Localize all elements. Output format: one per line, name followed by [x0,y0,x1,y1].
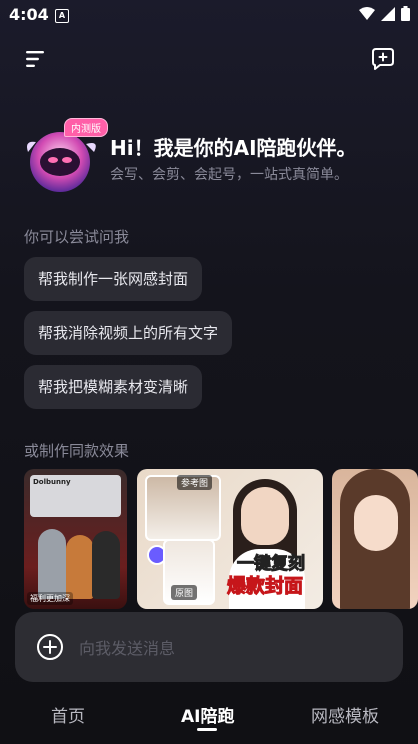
portrait-face [354,495,398,551]
tab-home[interactable]: 首页 [51,702,85,727]
card-headline-accent: 爆款封面 [226,575,304,598]
status-time: 4:04 [9,5,49,24]
template-card[interactable]: Dolbunny 福利更加深 [24,469,127,609]
status-icons [359,6,410,21]
message-input[interactable] [77,634,381,662]
tab-templates[interactable]: 网感模板 [311,702,379,727]
suggestion-chip[interactable]: 帮我把模糊素材变清晰 [24,365,203,409]
status-bar: 4:04 A [0,0,418,30]
template-card[interactable]: 参考图 原图 一键复刻 爆款封面 [137,469,323,609]
menu-icon[interactable] [24,47,48,71]
templates-label: 或制作同款效果 [24,442,130,460]
portrait-face [241,487,289,545]
a-letter-icon: A [55,9,69,23]
card-banner-image: Dolbunny [30,475,121,517]
hero-subtitle: 会写、会剪、会起号，一站式真简单。 [110,167,348,183]
suggestion-chip[interactable]: 帮我消除视频上的所有文字 [24,311,233,355]
tab-ai-companion[interactable]: AI陪跑 [181,702,234,727]
rabbit-figure [38,529,66,599]
card-banner-logo: Dolbunny [33,478,71,486]
hero-title: Hi！我是你的AI陪跑伙伴。 [110,136,357,160]
person-figure [92,531,120,599]
signal-icon [381,6,395,21]
suggestions-label: 你可以尝试问我 [24,228,130,246]
bottom-tab-bar: 首页 AI陪跑 网感模板 [0,690,418,744]
new-chat-icon[interactable] [370,46,396,72]
card-tag: 福利更加深 [27,592,73,605]
battery-icon [401,6,410,21]
active-tab-indicator [197,728,217,731]
beta-badge: 内测版 [64,118,108,137]
original-tag: 原图 [171,585,198,600]
template-card[interactable] [332,469,418,609]
hero-section: 内测版 Hi！我是你的AI陪跑伙伴。 会写、会剪、会起号，一站式真简单。 [24,118,404,198]
wifi-icon [359,6,375,20]
message-composer [15,612,403,682]
reference-tag: 参考图 [177,475,213,490]
suggestion-chip[interactable]: 帮我制作一张网感封面 [24,257,203,301]
add-attachment-icon[interactable] [36,633,64,661]
fox-figure [66,535,94,599]
